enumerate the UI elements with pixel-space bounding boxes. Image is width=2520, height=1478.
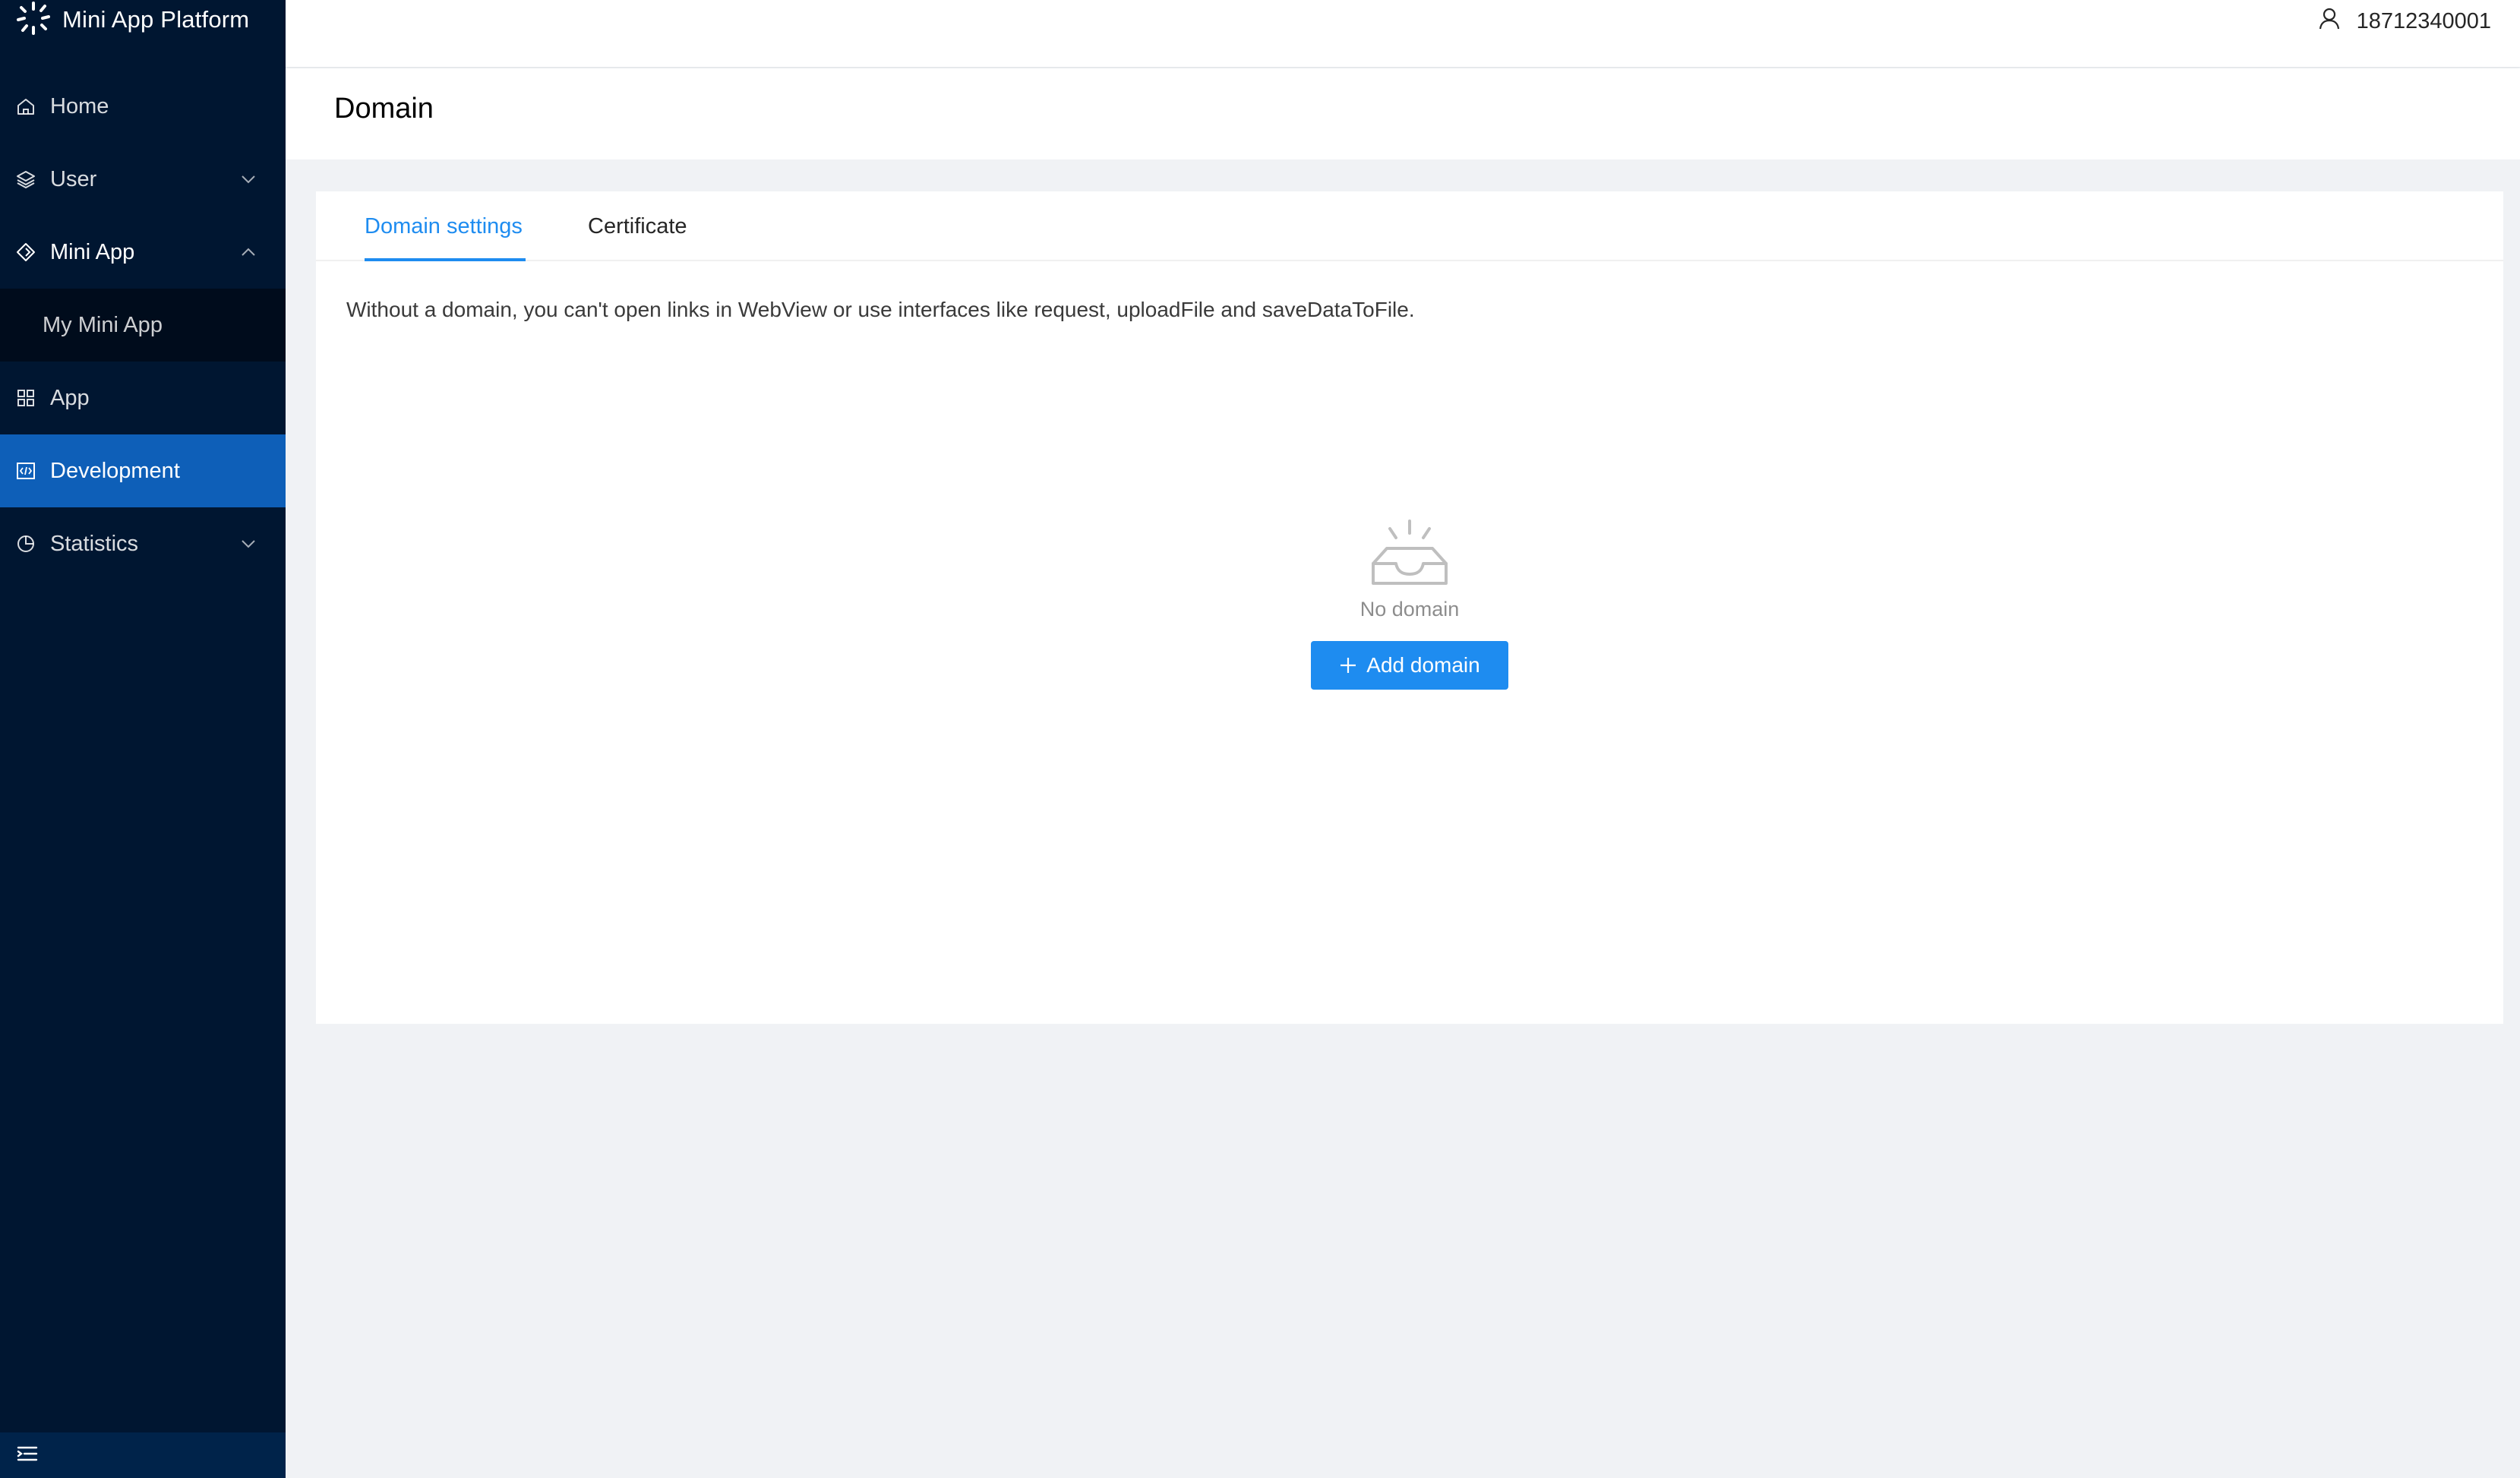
grid-icon bbox=[15, 387, 36, 409]
empty-state-text: No domain bbox=[1359, 598, 1460, 621]
pie-chart-icon bbox=[15, 533, 36, 554]
sidebar-item-label: Statistics bbox=[50, 531, 139, 556]
sidebar-menu: Home User Mini App My Mini App App Devel… bbox=[0, 70, 286, 580]
logo[interactable]: Mini App Platform bbox=[15, 0, 249, 39]
sidebar-collapse-toggle[interactable] bbox=[0, 1432, 286, 1478]
sidebar-subitem-my-mini-app[interactable]: My Mini App bbox=[0, 289, 286, 362]
chevron-down-icon bbox=[242, 540, 255, 548]
empty-inbox-icon bbox=[1369, 518, 1451, 592]
chevron-down-icon bbox=[242, 175, 255, 184]
active-tab-indicator bbox=[365, 258, 526, 261]
top-header: 18712340001 bbox=[286, 0, 2520, 67]
user-menu[interactable]: 18712340001 bbox=[2317, 0, 2491, 43]
sidebar-item-mini-app[interactable]: Mini App bbox=[0, 216, 286, 289]
sidebar-item-label: User bbox=[50, 166, 97, 191]
sidebar-item-statistics[interactable]: Statistics bbox=[0, 507, 286, 580]
sidebar-item-label: App bbox=[50, 385, 90, 410]
app-title: Mini App Platform bbox=[62, 6, 250, 33]
sidebar-item-label: My Mini App bbox=[43, 312, 163, 337]
page-title: Domain bbox=[334, 93, 434, 125]
diamond-icon bbox=[15, 242, 36, 263]
sidebar-item-development[interactable]: Development bbox=[0, 434, 286, 507]
chevron-up-icon bbox=[242, 248, 255, 256]
domain-hint-text: Without a domain, you can't open links i… bbox=[346, 298, 1415, 321]
sidebar-item-user[interactable]: User bbox=[0, 143, 286, 216]
sidebar-item-label: Home bbox=[50, 93, 109, 118]
tab-bar: Domain settings Certificate bbox=[316, 191, 2503, 261]
code-icon bbox=[15, 460, 36, 482]
sidebar: Mini App Platform Home User Mini App My … bbox=[0, 0, 286, 1478]
add-domain-label: Add domain bbox=[1366, 653, 1480, 677]
content-card: Domain settings Certificate Without a do… bbox=[316, 191, 2503, 1024]
menu-fold-icon bbox=[15, 1442, 39, 1470]
username: 18712340001 bbox=[2356, 8, 2491, 33]
sidebar-item-home[interactable]: Home bbox=[0, 70, 286, 143]
page-header: Domain bbox=[286, 68, 2520, 159]
user-icon bbox=[2317, 6, 2357, 36]
sidebar-item-label: Mini App bbox=[50, 239, 135, 264]
spark-logo-icon bbox=[15, 0, 52, 40]
tab-domain-settings[interactable]: Domain settings bbox=[365, 191, 523, 261]
sidebar-item-label: Development bbox=[50, 458, 180, 483]
layers-icon bbox=[15, 169, 36, 190]
tab-certificate[interactable]: Certificate bbox=[588, 191, 687, 261]
add-domain-button[interactable]: Add domain bbox=[1311, 641, 1508, 690]
empty-state: No domain Add domain bbox=[316, 518, 2503, 690]
sidebar-item-app[interactable]: App bbox=[0, 362, 286, 434]
home-icon bbox=[15, 96, 36, 117]
plus-icon bbox=[1341, 658, 1356, 673]
app-root: Mini App Platform Home User Mini App My … bbox=[0, 0, 2520, 1478]
